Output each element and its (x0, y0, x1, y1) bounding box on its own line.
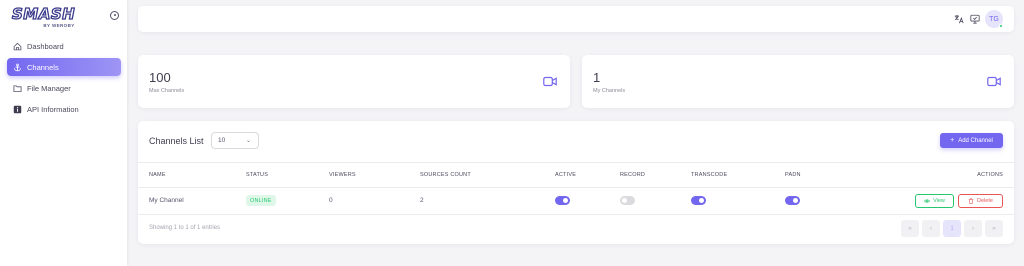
sidebar: SMASH BY WEROBY Dashboard Channels File … (0, 0, 127, 266)
channels-list-card: Channels List 10 ⌄ + Add Channel NAME ST… (138, 121, 1014, 244)
padn-toggle[interactable] (785, 196, 800, 205)
next-page-button[interactable]: › (964, 220, 982, 237)
add-channel-label: Add Channel (958, 137, 993, 144)
video-icon (543, 76, 557, 87)
avatar-initials: TG (989, 15, 999, 23)
home-icon (13, 42, 22, 51)
sidebar-nav: Dashboard Channels File Manager API Info… (7, 37, 121, 121)
add-channel-button[interactable]: + Add Channel (940, 133, 1003, 148)
delete-label: Delete (977, 198, 993, 204)
top-navbar: TG (138, 6, 1014, 32)
status-badge: ONLINE (246, 195, 276, 206)
column-header-sources-count[interactable]: SOURCES COUNT (420, 172, 471, 178)
stat-card-max-channels: 100 Max Channels (138, 55, 570, 108)
pagination: « ‹ 1 › » (898, 220, 1003, 237)
anchor-icon (13, 63, 22, 72)
column-header-padn[interactable]: PADN (785, 172, 801, 178)
active-toggle[interactable] (555, 196, 570, 205)
viewers-count: 0 (329, 197, 333, 204)
info-icon (13, 105, 22, 114)
stat-value: 1 (593, 70, 601, 85)
table-row: My Channel ONLINE 0 2 View Delete (138, 188, 1014, 215)
transcode-toggle[interactable] (691, 196, 706, 205)
column-header-name[interactable]: NAME (149, 172, 166, 178)
last-page-button[interactable]: » (985, 220, 1003, 237)
first-page-button[interactable]: « (901, 220, 919, 237)
monitor-icon[interactable] (970, 14, 980, 24)
stat-label: My Channels (593, 88, 626, 94)
page-size-select[interactable]: 10 ⌄ (211, 132, 259, 149)
view-button[interactable]: View (915, 194, 954, 208)
view-label: View (933, 198, 945, 204)
page-size-value: 10 (218, 137, 226, 144)
brand-name: SMASH (11, 5, 76, 23)
column-header-transcode[interactable]: TRANSCODE (691, 172, 727, 178)
entries-info: Showing 1 to 1 of 1 entries (149, 225, 221, 231)
sidebar-item-file-manager[interactable]: File Manager (7, 79, 121, 97)
sidebar-item-label: File Manager (27, 83, 71, 93)
sidebar-item-dashboard[interactable]: Dashboard (7, 37, 121, 55)
stat-label: Max Channels (149, 88, 185, 94)
user-avatar[interactable]: TG (985, 10, 1003, 28)
channels-list-title: Channels List (149, 136, 204, 146)
column-header-active[interactable]: ACTIVE (555, 172, 576, 178)
column-header-record[interactable]: RECORD (620, 172, 645, 178)
column-header-viewers[interactable]: VIEWERS (329, 172, 356, 178)
plus-icon: + (950, 137, 955, 144)
table-header: NAME STATUS VIEWERS SOURCES COUNT ACTIVE… (138, 162, 1014, 188)
trash-icon (968, 198, 974, 204)
translate-icon[interactable] (954, 14, 964, 24)
sidebar-item-label: Dashboard (27, 41, 64, 51)
sources-count: 2 (420, 197, 424, 204)
column-header-actions: ACTIONS (977, 172, 1003, 178)
eye-icon (924, 199, 931, 203)
sidebar-item-api-information[interactable]: API Information (7, 100, 121, 118)
stat-card-my-channels: 1 My Channels (582, 55, 1014, 108)
brand-subtitle: BY WEROBY (43, 23, 75, 28)
channel-name: My Channel (149, 197, 184, 204)
column-header-status[interactable]: STATUS (246, 172, 268, 178)
previous-page-button[interactable]: ‹ (922, 220, 940, 237)
brand-logo[interactable]: SMASH BY WEROBY (11, 5, 106, 29)
stat-value: 100 (149, 70, 171, 85)
sidebar-item-label: API Information (27, 104, 79, 114)
record-toggle[interactable] (620, 196, 635, 205)
folder-icon (13, 84, 22, 93)
sidebar-collapse-icon[interactable] (110, 11, 119, 20)
page-1-button[interactable]: 1 (943, 220, 961, 237)
sidebar-item-label: Channels (27, 62, 59, 72)
sidebar-item-channels[interactable]: Channels (7, 58, 121, 76)
delete-button[interactable]: Delete (958, 194, 1003, 208)
chevron-down-icon: ⌄ (245, 138, 251, 144)
online-status-dot (999, 24, 1003, 28)
video-icon (987, 76, 1001, 87)
